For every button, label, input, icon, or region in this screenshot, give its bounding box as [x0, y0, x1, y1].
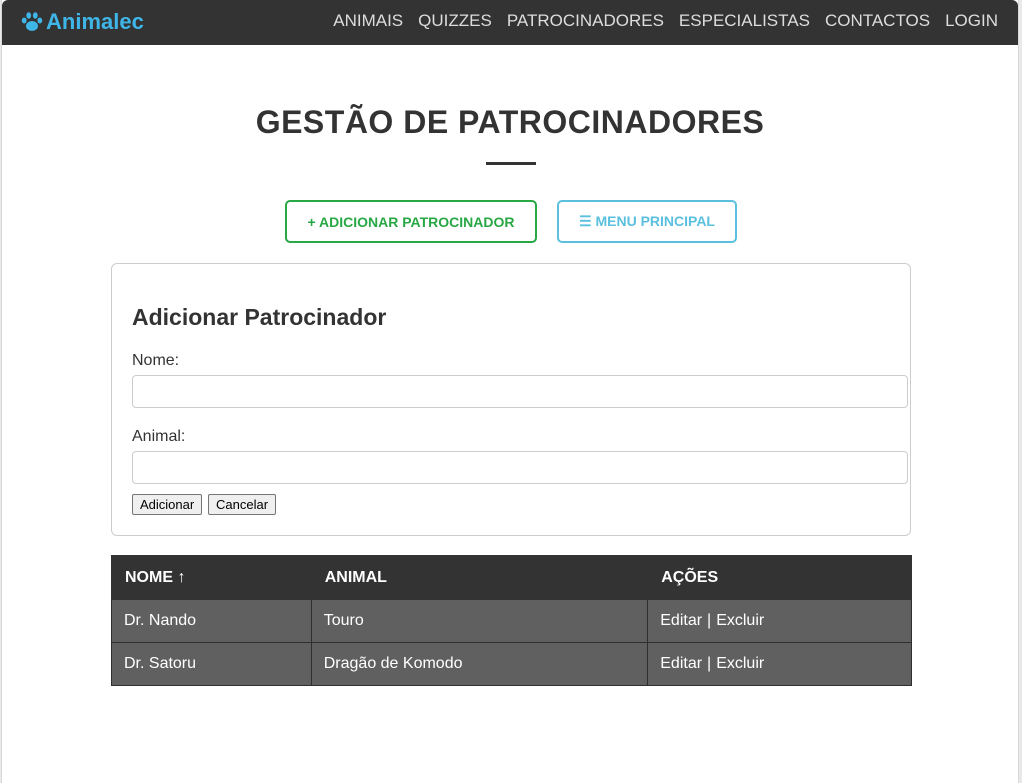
animal-label: Animal:: [132, 428, 186, 445]
title-underline: [486, 162, 536, 165]
delete-link[interactable]: Excluir: [716, 655, 764, 672]
page-title: GESTÃO DE PATROCINADORES: [255, 104, 765, 140]
table-header-row: NOME ↑ ANIMAL AÇÕES: [111, 555, 912, 600]
table-row: Dr. Satoru Dragão de Komodo Editar | Exclu…: [111, 642, 912, 686]
submit-button[interactable]: Adicionar: [132, 494, 203, 515]
column-header-acoes: AÇÕES: [647, 555, 912, 600]
cell-animal: Touro: [310, 599, 649, 643]
cell-acoes: Editar | Excluir: [647, 599, 912, 643]
sponsors-table: NOME ↑ ANIMAL AÇÕES Dr. Nando Touro Edit…: [111, 555, 912, 686]
action-separator: |: [707, 612, 712, 629]
nav-link-quizzes[interactable]: QUIZZES: [418, 11, 492, 31]
page-viewport: Animalec ANIMAIS QUIZZES PATROCINADORES …: [1, 0, 1019, 783]
nav-link-especialistas[interactable]: ESPECIALISTAS: [679, 11, 810, 31]
cell-nome: Dr. Nando: [111, 599, 312, 643]
brand-logo[interactable]: Animalec: [20, 8, 144, 36]
edit-link[interactable]: Editar: [660, 655, 702, 672]
nav-link-patrocinadores[interactable]: PATROCINADORES: [507, 11, 664, 31]
name-label: Nome:: [132, 352, 180, 369]
column-header-animal[interactable]: ANIMAL: [310, 555, 649, 600]
paw-icon: [21, 12, 43, 31]
cell-nome: Dr. Satoru: [111, 642, 312, 686]
animal-input[interactable]: [132, 451, 908, 484]
navbar: Animalec ANIMAIS QUIZZES PATROCINADORES …: [2, 0, 1018, 45]
main-menu-button[interactable]: ☰ MENU PRINCIPAL: [557, 200, 737, 243]
nav-links: ANIMAIS QUIZZES PATROCINADORES ESPECIALI…: [333, 0, 998, 42]
column-header-nome[interactable]: NOME ↑: [111, 555, 312, 600]
cell-animal: Dragão de Komodo: [310, 642, 649, 686]
nav-link-contactos[interactable]: CONTACTOS: [825, 11, 930, 31]
nav-link-login[interactable]: LOGIN: [945, 11, 998, 31]
action-separator: |: [707, 655, 712, 672]
delete-link[interactable]: Excluir: [716, 612, 764, 629]
add-sponsor-form: Adicionar Patrocinador Nome: Animal: Adi…: [111, 263, 911, 536]
edit-link[interactable]: Editar: [660, 612, 702, 629]
name-input[interactable]: [132, 375, 908, 408]
add-sponsor-button[interactable]: + ADICIONAR PATROCINADOR: [285, 200, 537, 243]
cancel-button[interactable]: Cancelar: [208, 494, 277, 515]
table-row: Dr. Nando Touro Editar | Excluir: [111, 599, 912, 643]
form-heading: Adicionar Patrocinador: [132, 304, 387, 330]
cell-acoes: Editar | Excluir: [647, 642, 912, 686]
nav-link-animais[interactable]: ANIMAIS: [333, 11, 403, 31]
brand-name: Animalec: [46, 9, 144, 34]
